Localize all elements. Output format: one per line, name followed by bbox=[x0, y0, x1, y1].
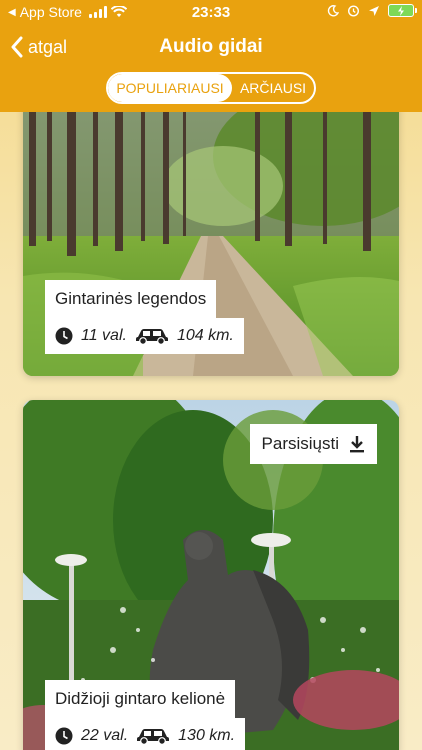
status-bar: ◀ App Store 23:33 bbox=[0, 0, 422, 24]
app-header: ◀ App Store 23:33 atgal Audio gidai POPU… bbox=[0, 0, 422, 112]
guide-meta-box: 22 val. 130 km. bbox=[45, 718, 246, 750]
nav-bar: atgal Audio gidai bbox=[0, 28, 422, 68]
guide-card[interactable]: Gintarinės legendos 11 val. 104 km. bbox=[23, 96, 399, 376]
location-icon bbox=[369, 5, 379, 16]
moon-icon bbox=[327, 4, 339, 16]
clock-icon bbox=[55, 727, 73, 745]
car-icon bbox=[135, 329, 168, 345]
download-icon bbox=[350, 436, 364, 453]
battery-icon bbox=[388, 4, 417, 17]
guide-title-box: Didžioji gintaro kelionė bbox=[45, 680, 236, 718]
download-label: Parsisiųsti bbox=[261, 434, 339, 453]
alarm-icon bbox=[347, 5, 360, 17]
tab-switcher: POPULIARIAUSI ARČIAUSI bbox=[106, 72, 316, 104]
guide-duration: 22 val. bbox=[81, 727, 129, 744]
guide-card[interactable]: Parsisiųsti Didžioji gintaro kelionė 22 … bbox=[23, 400, 399, 750]
guide-title-box: Gintarinės legendos bbox=[45, 280, 217, 318]
tab-nearest[interactable]: ARČIAUSI bbox=[232, 74, 314, 102]
car-icon bbox=[137, 729, 170, 745]
guide-title: Didžioji gintaro kelionė bbox=[55, 689, 226, 708]
tab-popular[interactable]: POPULIARIAUSI bbox=[108, 74, 232, 102]
guide-distance: 104 km. bbox=[176, 327, 234, 344]
page-title: Audio gidai bbox=[159, 36, 263, 57]
guide-duration: 11 val. bbox=[81, 327, 127, 344]
download-button[interactable]: Parsisiųsti bbox=[249, 424, 377, 464]
guide-meta-box: 11 val. 104 km. bbox=[45, 318, 244, 354]
guide-distance: 130 km. bbox=[178, 727, 236, 744]
clock-icon bbox=[55, 327, 73, 345]
guide-title: Gintarinės legendos bbox=[55, 289, 207, 308]
status-right bbox=[327, 4, 417, 17]
